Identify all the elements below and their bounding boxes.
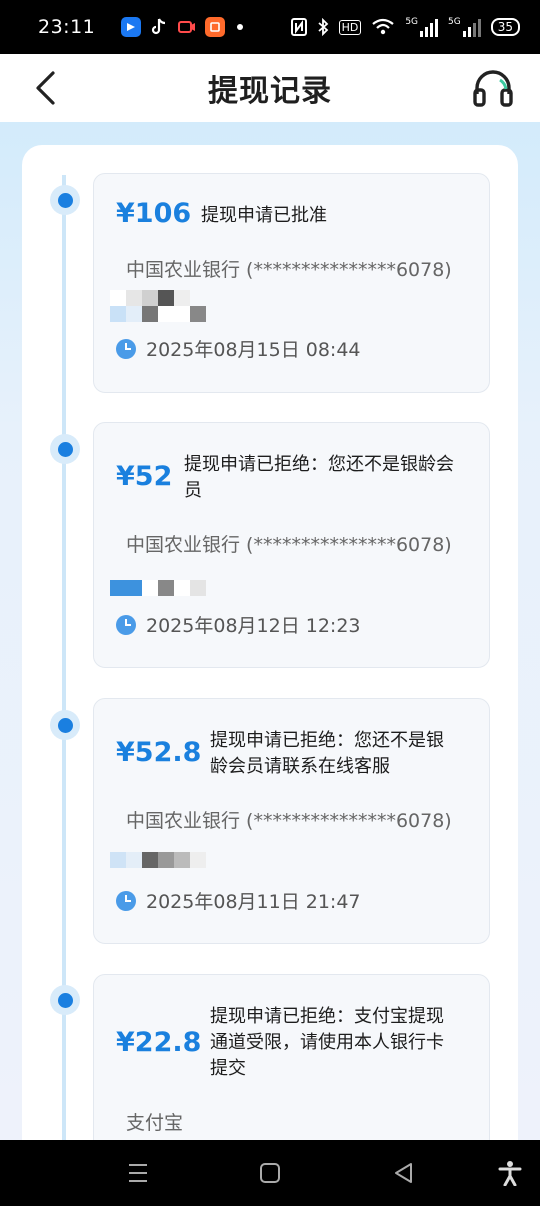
timeline-dot (50, 185, 80, 215)
masked-account-name (110, 290, 230, 306)
record-status: 提现申请已拒绝：您还不是银龄会员 (184, 454, 454, 501)
nfc-icon (290, 18, 307, 36)
record-bank-account: 中国农业银行 (***************6078) (126, 534, 452, 556)
battery-indicator: 35 (490, 18, 520, 36)
masked-account-name (110, 580, 220, 596)
page-title: 提现记录 (208, 74, 332, 109)
clock-icon (116, 890, 136, 911)
hd-badge: HD (338, 19, 362, 35)
status-time: 23:11 (38, 16, 96, 38)
app-header: 提现记录 (0, 54, 540, 122)
timeline-dot (50, 710, 80, 740)
record-time-row: 2025年08月15日 08:44 (116, 335, 361, 362)
app-notification-icon (121, 17, 142, 37)
withdrawal-record-card[interactable]: ¥52.8 提现申请已拒绝：您还不是银龄会员请联系在线客服 中国农业银行 (**… (93, 698, 490, 944)
record-time: 2025年08月11日 21:47 (146, 891, 361, 913)
signal-2-icon: 5G (448, 17, 481, 37)
video-app-icon (177, 17, 197, 37)
withdrawal-record-card[interactable]: ¥106 提现申请已批准 中国农业银行 (***************6078… (93, 173, 490, 393)
record-bank-account: 中国农业银行 (***************6078) (126, 810, 452, 832)
back-button[interactable] (28, 70, 62, 106)
record-status: 提现申请已批准 (201, 205, 327, 226)
record-status: 提现申请已拒绝：支付宝提现通道受限，请使用本人银行卡提交 (210, 1006, 444, 1079)
home-icon[interactable] (257, 1160, 283, 1186)
record-amount: ¥22.8 (116, 1027, 202, 1058)
headset-icon (473, 70, 513, 107)
masked-account-name-row2 (110, 306, 230, 322)
shopping-app-icon (205, 17, 226, 37)
notification-icons (121, 17, 244, 37)
withdrawal-record-card[interactable]: ¥52 提现申请已拒绝：您还不是银龄会员 中国农业银行 (***********… (93, 422, 490, 668)
record-bank-account: 中国农业银行 (***************6078) (126, 259, 452, 281)
status-bar: 23:11 HD 5G 5G 35 (0, 0, 540, 54)
chevron-left-icon (36, 71, 55, 105)
record-time-row: 2025年08月12日 12:23 (116, 611, 361, 638)
record-time: 2025年08月15日 08:44 (146, 339, 361, 361)
bluetooth-icon (317, 18, 328, 36)
accessibility-icon[interactable] (497, 1160, 523, 1186)
system-navigation-bar (0, 1140, 540, 1206)
clock-icon (116, 614, 136, 635)
tiktok-icon (149, 17, 169, 37)
clock-icon (116, 338, 136, 359)
record-amount: ¥52 (116, 461, 173, 492)
record-bank-account: 支付宝 (126, 1112, 184, 1134)
record-amount: ¥106 (116, 198, 192, 229)
battery-level: 35 (497, 20, 513, 34)
system-status-icons: HD 5G 5G 35 (290, 17, 520, 37)
record-time: 2025年08月12日 12:23 (146, 615, 361, 637)
more-notifications-dot (237, 24, 244, 30)
masked-account-name (110, 852, 210, 868)
record-amount: ¥52.8 (116, 737, 202, 768)
timeline-dot (50, 434, 80, 464)
timeline-dot (50, 985, 80, 1015)
wifi-icon (372, 18, 394, 35)
customer-service-button[interactable] (472, 68, 514, 108)
back-triangle-icon[interactable] (391, 1160, 417, 1186)
menu-icon[interactable] (125, 1160, 151, 1186)
record-status: 提现申请已拒绝：您还不是银龄会员请联系在线客服 (210, 730, 444, 777)
signal-1-icon: 5G (405, 17, 439, 37)
record-time-row: 2025年08月11日 21:47 (116, 887, 361, 914)
